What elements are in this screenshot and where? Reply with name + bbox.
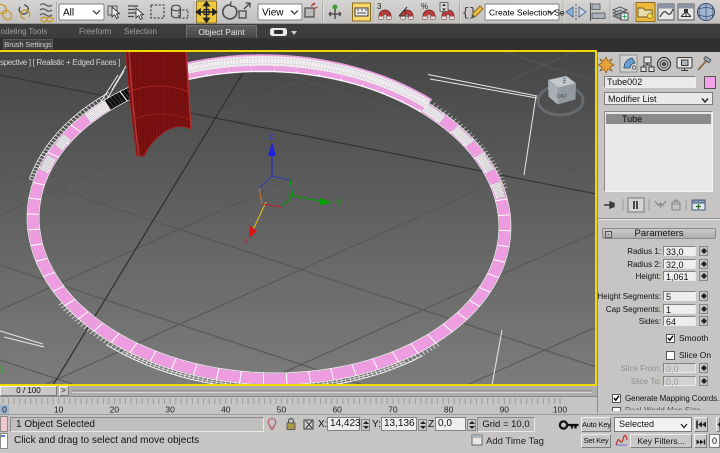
svg-text:40: 40 [221,405,231,415]
svg-text:30: 30 [165,405,175,415]
svg-text:x: x [244,236,248,245]
svg-text:80: 80 [444,405,454,415]
svg-text:z: z [269,131,274,141]
svg-text:90: 90 [500,405,510,415]
svg-text:50: 50 [277,405,287,415]
svg-text:View: View [262,8,284,19]
svg-text:20: 20 [110,405,120,415]
svg-text:y: y [0,363,5,373]
svg-text:0: 0 [2,405,7,415]
svg-text:%: % [421,2,428,11]
svg-text:Y: Y [336,198,342,208]
svg-text:All: All [63,8,74,19]
svg-text:70: 70 [388,405,398,415]
svg-text:100: 100 [553,405,567,415]
svg-text:3: 3 [377,2,382,11]
svg-text:10: 10 [54,405,64,415]
svg-text:ONT: ONT [557,94,568,100]
svg-text:60: 60 [332,405,342,415]
svg-text:spective ] [ Realistic + Edged: spective ] [ Realistic + Edged Faces ] [0,58,120,67]
